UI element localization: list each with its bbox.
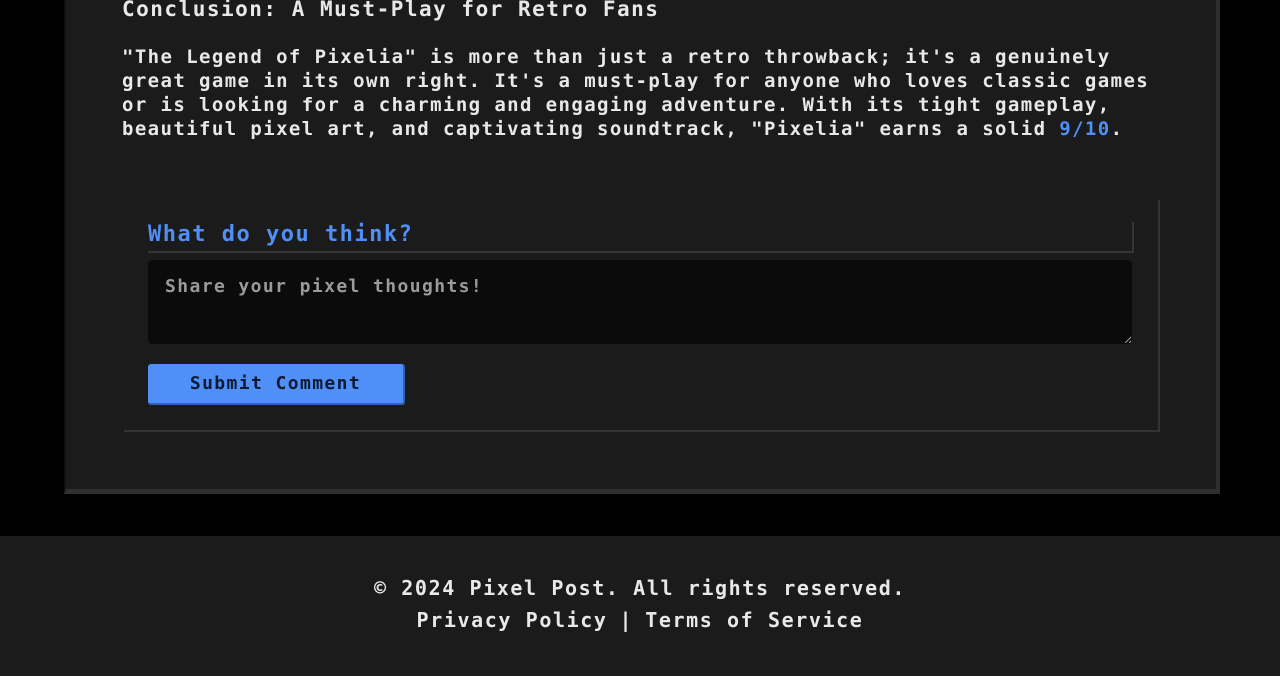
rating-score: 9/10 bbox=[1059, 118, 1111, 140]
paragraph-end: . bbox=[1110, 118, 1124, 140]
page: Conclusion: A Must-Play for Retro Fans "… bbox=[0, 0, 1280, 676]
terms-of-service-link[interactable]: Terms of Service bbox=[645, 608, 863, 632]
paragraph-text: "The Legend of Pixelia" is more than jus… bbox=[122, 46, 1150, 140]
section-heading: Conclusion: A Must-Play for Retro Fans bbox=[122, 0, 660, 21]
footer-separator: | bbox=[619, 608, 634, 632]
conclusion-paragraph: "The Legend of Pixelia" is more than jus… bbox=[122, 45, 1162, 141]
comment-heading: What do you think? bbox=[148, 222, 1134, 253]
footer: © 2024 Pixel Post. All rights reserved. … bbox=[0, 536, 1280, 676]
submit-comment-button[interactable]: Submit Comment bbox=[148, 364, 405, 405]
privacy-policy-link[interactable]: Privacy Policy bbox=[417, 608, 608, 632]
comment-input[interactable] bbox=[148, 260, 1132, 344]
footer-links: Privacy Policy | Terms of Service bbox=[0, 608, 1280, 632]
copyright-text: © 2024 Pixel Post. All rights reserved. bbox=[374, 576, 906, 600]
